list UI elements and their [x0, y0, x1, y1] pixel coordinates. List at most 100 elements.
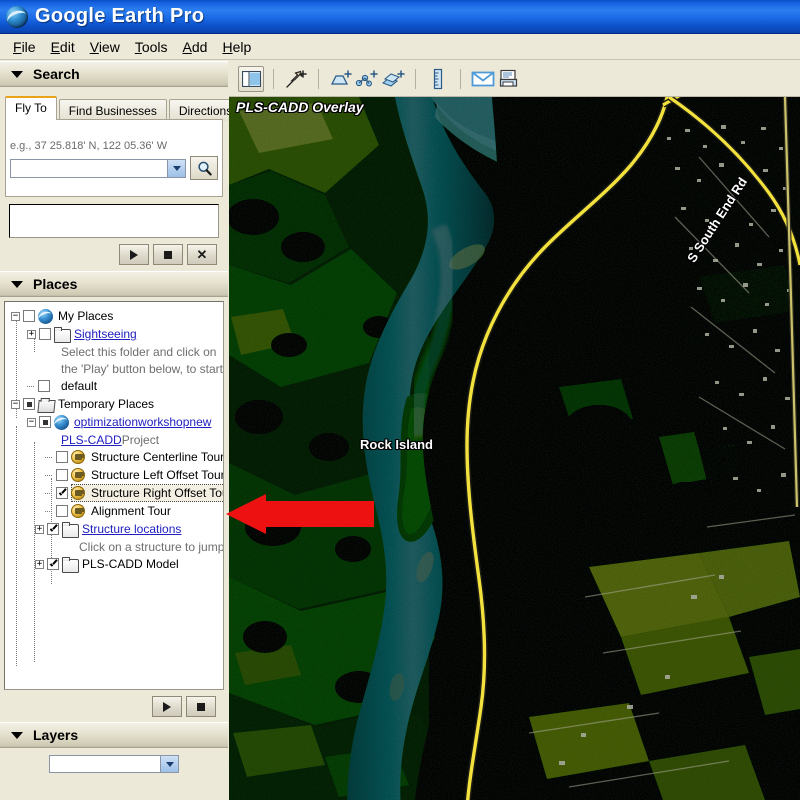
chevron-down-icon — [11, 280, 23, 288]
tree-item-optimizationworkshopnew[interactable]: − optimizationworkshopnew — [5, 413, 223, 431]
stop-icon — [164, 250, 172, 259]
polygon-plus-icon — [330, 69, 352, 85]
globe-icon — [52, 414, 70, 430]
globe-icon — [4, 5, 30, 29]
search-section-header[interactable]: Search — [0, 61, 228, 87]
checkbox-checked[interactable] — [47, 523, 59, 535]
menu-item-edit[interactable]: Edit — [44, 37, 83, 57]
tree-item-label: default — [61, 379, 98, 393]
checkbox-checked[interactable] — [47, 558, 59, 570]
expand-expander-icon[interactable]: + — [35, 524, 44, 534]
tree-item-label: PLS-CADD Model — [82, 557, 179, 571]
tree-item-structure-locations[interactable]: + Structure locations — [5, 520, 223, 538]
places-panel: − My Places + Sightseeing Select this fo… — [0, 297, 228, 722]
sidebar-panel-icon — [241, 70, 261, 87]
tour-icon — [71, 485, 87, 501]
image-overlay-plus-icon — [381, 69, 405, 87]
checkbox-unchecked[interactable] — [39, 328, 51, 340]
toggle-sidebar-button[interactable] — [238, 65, 264, 92]
menu-item-view[interactable]: View — [83, 37, 128, 57]
places-stop-button[interactable] — [186, 696, 216, 717]
map-toolbar — [229, 61, 800, 97]
search-stop-button[interactable] — [153, 244, 183, 265]
menu-item-add[interactable]: Add — [176, 37, 216, 57]
add-placemark-button[interactable] — [283, 66, 309, 92]
tree-item-label[interactable]: Sightseeing — [74, 327, 137, 341]
tree-item-label: Alignment Tour — [91, 504, 171, 518]
folder-open-icon — [37, 397, 56, 413]
tour-icon — [71, 449, 87, 465]
expand-expander-icon[interactable]: + — [27, 329, 36, 339]
tree-item-temporary-places[interactable]: − Temporary Places — [5, 395, 223, 413]
ruler-button[interactable] — [425, 66, 451, 92]
expand-expander-icon[interactable]: + — [35, 559, 44, 569]
menu-bar: File Edit View Tools Add Help — [0, 34, 800, 60]
checkbox-checked[interactable] — [56, 487, 68, 499]
checkbox-partial[interactable] — [39, 416, 51, 428]
add-polygon-button[interactable] — [328, 66, 354, 92]
places-play-button[interactable] — [152, 696, 182, 717]
google-earth-pro-window: Google Earth Pro File Edit View Tools Ad… — [0, 0, 800, 800]
tab-fly-to[interactable]: Fly To — [5, 96, 57, 120]
checkbox-unchecked[interactable] — [23, 310, 35, 322]
layers-section-header[interactable]: Layers — [0, 722, 228, 748]
tree-item-structure-left-offset-tour[interactable]: Structure Left Offset Tour — [5, 466, 223, 484]
tree-item-my-places[interactable]: − My Places — [5, 307, 223, 325]
search-history-dropdown-button[interactable] — [167, 159, 185, 177]
tree-item-structure-right-offset-tour[interactable]: Structure Right Offset Tour — [5, 484, 223, 502]
toolbar-separator — [273, 68, 274, 89]
tree-note-pls-cadd-project: PLS-CADD Project — [5, 431, 223, 448]
tree-note-text: Click on a structure to jump to — [79, 539, 224, 554]
tree-note-link[interactable]: PLS-CADD — [61, 433, 122, 447]
tree-item-label[interactable]: optimizationworkshopnew — [74, 415, 211, 429]
chevron-down-icon — [11, 70, 23, 78]
pushpin-plus-icon — [286, 69, 307, 88]
tree-item-alignment-tour[interactable]: Alignment Tour — [5, 502, 223, 520]
add-image-overlay-button[interactable] — [380, 66, 406, 92]
email-button[interactable] — [470, 66, 496, 92]
search-play-button[interactable] — [119, 244, 149, 265]
search-input-field[interactable] — [11, 160, 167, 177]
checkbox-unchecked[interactable] — [56, 469, 68, 481]
tree-note-sightseeing-1: Select this folder and click on — [5, 343, 223, 360]
collapse-expander-icon[interactable]: − — [27, 417, 36, 427]
magnifier-icon — [197, 161, 212, 175]
printer-icon — [499, 69, 518, 87]
menu-item-file[interactable]: File — [6, 37, 44, 57]
search-tabs: Fly To Find Businesses Directions — [5, 96, 243, 121]
layers-panel — [0, 748, 228, 780]
collapse-expander-icon[interactable]: − — [11, 399, 20, 409]
tab-find-businesses[interactable]: Find Businesses — [58, 99, 167, 121]
map-view[interactable]: PLS-CADD Overlay Rock Island S South End… — [229, 97, 800, 800]
fly-to-tab-panel: e.g., 37 25.818' N, 122 05.36' W — [5, 119, 223, 197]
search-close-button[interactable]: ✕ — [187, 244, 217, 265]
checkbox-partial[interactable] — [23, 398, 35, 410]
tree-item-structure-centerline-tour[interactable]: Structure Centerline Tour — [5, 448, 223, 466]
tree-item-label: Structure Left Offset Tour — [91, 468, 224, 482]
tree-item-sightseeing[interactable]: + Sightseeing — [5, 325, 223, 343]
satellite-imagery — [229, 97, 800, 800]
places-tour-controls — [4, 690, 224, 722]
title-bar: Google Earth Pro — [0, 0, 800, 34]
add-path-button[interactable] — [354, 66, 380, 92]
search-go-button[interactable] — [190, 156, 218, 180]
checkbox-unchecked[interactable] — [56, 505, 68, 517]
layers-dropdown-button[interactable] — [160, 756, 178, 772]
tree-note-text: Project — [121, 432, 160, 447]
tree-item-label[interactable]: Structure locations — [82, 522, 181, 536]
search-input[interactable] — [10, 158, 186, 178]
places-section-header[interactable]: Places — [0, 271, 228, 297]
envelope-icon — [471, 71, 495, 86]
collapse-expander-icon[interactable]: − — [11, 311, 20, 321]
places-tree[interactable]: − My Places + Sightseeing Select this fo… — [4, 301, 224, 690]
chevron-down-icon — [11, 731, 23, 739]
checkbox-unchecked[interactable] — [56, 451, 68, 463]
checkbox-unchecked[interactable] — [38, 380, 50, 392]
folder-icon — [62, 556, 79, 573]
tree-item-default[interactable]: default — [5, 377, 223, 395]
menu-item-help[interactable]: Help — [215, 37, 259, 57]
tree-item-pls-cadd-model[interactable]: + PLS-CADD Model — [5, 555, 223, 573]
print-button[interactable] — [496, 66, 522, 92]
layers-dropdown[interactable] — [49, 755, 179, 773]
menu-item-tools[interactable]: Tools — [128, 37, 176, 57]
